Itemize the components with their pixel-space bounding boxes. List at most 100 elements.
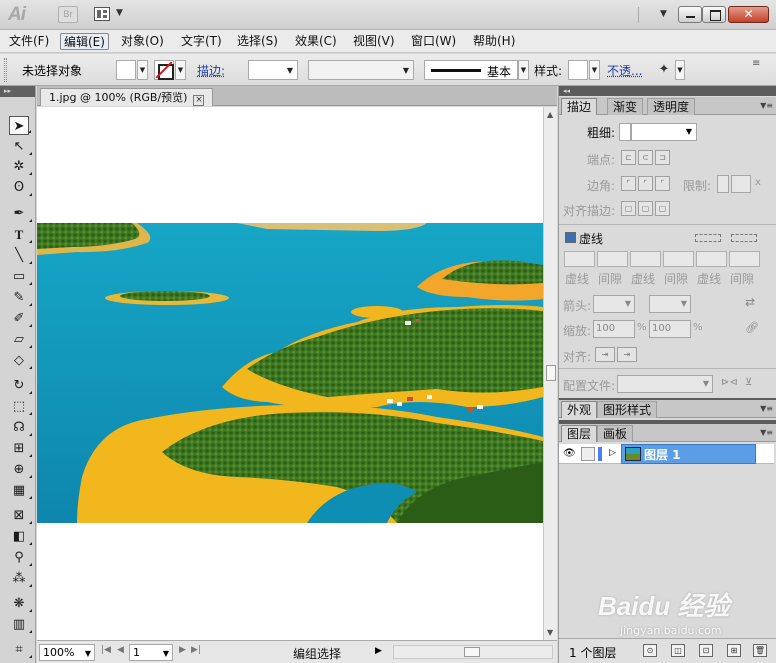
butt-cap-icon[interactable]: ⊏ (621, 150, 636, 165)
panel-menu-icon[interactable]: ▼≡ (760, 101, 773, 110)
tab-stroke[interactable]: 描边 (561, 98, 598, 115)
paintbrush-tool-icon[interactable]: ✎ (9, 288, 32, 307)
menu-window[interactable]: 窗口(W) (408, 33, 459, 50)
miter-join-icon[interactable]: ⌜ (621, 176, 636, 191)
dash-1-input[interactable] (564, 251, 595, 267)
end-arrowhead-select[interactable]: ▼ (649, 295, 691, 313)
selection-tool-icon[interactable]: ➤ (9, 116, 31, 135)
arrange-documents-icon[interactable] (94, 7, 110, 21)
align-outside-icon[interactable]: ▢ (655, 201, 670, 216)
align-inside-icon[interactable]: ▢ (638, 201, 653, 216)
menu-object[interactable]: 对象(O) (118, 33, 167, 50)
status-menu-icon[interactable]: ▶ (375, 646, 382, 656)
align-dash-icon[interactable] (731, 234, 757, 242)
artboard-tool-icon[interactable]: ⌗ (9, 640, 32, 659)
dash-3-input[interactable] (696, 251, 727, 267)
layer-row[interactable]: 👁︎ ▷ 图层 1 (559, 444, 774, 464)
scroll-up-icon[interactable]: ▲ (547, 110, 553, 119)
weight-select[interactable]: ▼ (631, 123, 697, 141)
vertical-scrollbar[interactable]: ▲ ▼ (543, 107, 557, 640)
blend-tool-icon[interactable]: ⁂ (9, 569, 32, 588)
bridge-button[interactable]: Br (58, 6, 78, 23)
start-arrowhead-select[interactable]: ▼ (593, 295, 635, 313)
blob-brush-tool-icon[interactable]: ▱ (9, 330, 32, 349)
minimize-button[interactable] (678, 6, 702, 23)
rectangle-tool-icon[interactable]: ▭ (9, 267, 32, 286)
menu-view[interactable]: 视图(V) (350, 33, 398, 50)
last-artboard-icon[interactable]: ▶| (191, 645, 201, 655)
tab-graphic-styles[interactable]: 图形样式 (597, 401, 658, 418)
clipping-mask-icon[interactable]: ◫ (671, 644, 685, 657)
end-scale-input[interactable]: 100 (649, 320, 691, 338)
dash-2-input[interactable] (630, 251, 661, 267)
magic-wand-tool-icon[interactable]: ✲ (9, 157, 32, 176)
delete-layer-icon[interactable]: 🗑︎ (753, 644, 767, 657)
projecting-cap-icon[interactable]: ⊐ (655, 150, 670, 165)
brush-definition-select[interactable]: 基本 (424, 60, 518, 80)
stroke-chevron-down-icon[interactable]: ▼ (175, 60, 186, 80)
eyedropper-tool-icon[interactable]: ⚲ (9, 548, 32, 567)
pen-tool-icon[interactable]: ✒ (9, 204, 32, 223)
graphic-style-swatch[interactable] (568, 60, 588, 80)
first-artboard-icon[interactable]: |◀ (101, 645, 111, 655)
close-tab-icon[interactable]: × (193, 95, 205, 106)
layer-selection[interactable]: 图层 1 (621, 444, 756, 464)
round-cap-icon[interactable]: ⊂ (638, 150, 653, 165)
status-text[interactable]: 编组选择 (247, 645, 387, 662)
scroll-down-icon[interactable]: ▼ (547, 628, 553, 637)
appearance-menu-icon[interactable]: ▼≡ (760, 404, 773, 413)
menu-help[interactable]: 帮助(H) (470, 33, 518, 50)
shape-builder-tool-icon[interactable]: ⊕ (9, 460, 32, 479)
stroke-panel-link[interactable]: 描边: (197, 62, 225, 79)
stroke-swatch[interactable] (154, 60, 174, 80)
locate-object-icon[interactable]: ⊙ (643, 644, 657, 657)
gap-1-input[interactable] (597, 251, 628, 267)
bevel-join-icon[interactable]: ⌜ (655, 176, 670, 191)
document-tab[interactable]: 1.jpg @ 100% (RGB/预览) × (40, 88, 214, 106)
brush-chevron-down-icon[interactable]: ▼ (518, 60, 529, 80)
weight-stepper[interactable] (619, 123, 631, 141)
layers-menu-icon[interactable]: ▼≡ (760, 428, 773, 437)
tools-panel-header[interactable]: ▸▸ (0, 86, 35, 97)
limit-input[interactable] (731, 175, 751, 193)
menu-edit[interactable]: 编辑(E) (60, 33, 109, 50)
symbol-sprayer-tool-icon[interactable]: ❋ (9, 594, 32, 613)
profile-select[interactable]: ▼ (617, 375, 713, 393)
maximize-button[interactable] (702, 6, 726, 23)
chevron-down-icon[interactable]: ▼ (116, 8, 123, 18)
menu-type[interactable]: 文字(T) (178, 33, 225, 50)
style-chevron-down-icon[interactable]: ▼ (589, 60, 600, 80)
artboard-number-select[interactable]: 1 ▼ (129, 644, 173, 661)
recolor-chevron-down-icon[interactable]: ▼ (675, 60, 685, 80)
placed-image[interactable] (37, 107, 543, 640)
tab-artboards[interactable]: 画板 (597, 425, 634, 442)
pencil-tool-icon[interactable]: ✐ (9, 309, 32, 328)
artboard-canvas[interactable] (37, 107, 543, 640)
gap-2-input[interactable] (663, 251, 694, 267)
menu-file[interactable]: 文件(F) (6, 33, 52, 50)
round-join-icon[interactable]: ⌜ (638, 176, 653, 191)
menu-effect[interactable]: 效果(C) (292, 33, 340, 50)
fill-swatch[interactable] (116, 60, 136, 80)
arrow-tip-at-end-icon[interactable]: ⇥ (617, 347, 637, 362)
stroke-weight-select[interactable]: ▼ (248, 60, 298, 80)
preserve-dash-icon[interactable] (695, 234, 721, 242)
perspective-grid-tool-icon[interactable]: ▦ (9, 481, 32, 500)
direct-selection-tool-icon[interactable]: ↖ (9, 137, 32, 156)
flip-along-icon[interactable]: ⊳⊲ (721, 377, 738, 388)
swap-arrowheads-icon[interactable]: ⇄ (745, 295, 755, 309)
panel-dock-grip[interactable]: ◂◂ (559, 86, 776, 96)
next-artboard-icon[interactable]: ▶ (179, 645, 186, 655)
line-tool-icon[interactable]: ╲ (9, 246, 32, 265)
scale-tool-icon[interactable]: ⬚ (9, 397, 32, 416)
align-center-icon[interactable]: ▢ (621, 201, 636, 216)
vertical-scroll-thumb[interactable] (546, 365, 556, 381)
dashed-line-checkbox[interactable] (565, 232, 576, 243)
new-layer-icon[interactable]: ⊞ (727, 644, 741, 657)
column-graph-tool-icon[interactable]: ▥ (9, 615, 32, 634)
opacity-link[interactable]: 不透... (607, 62, 642, 79)
lock-toggle[interactable] (581, 447, 595, 461)
tab-transparency[interactable]: 透明度 (647, 98, 696, 115)
lasso-tool-icon[interactable]: ʘ (9, 178, 32, 197)
workspace-chevron-down-icon[interactable]: ▼ (660, 9, 667, 19)
